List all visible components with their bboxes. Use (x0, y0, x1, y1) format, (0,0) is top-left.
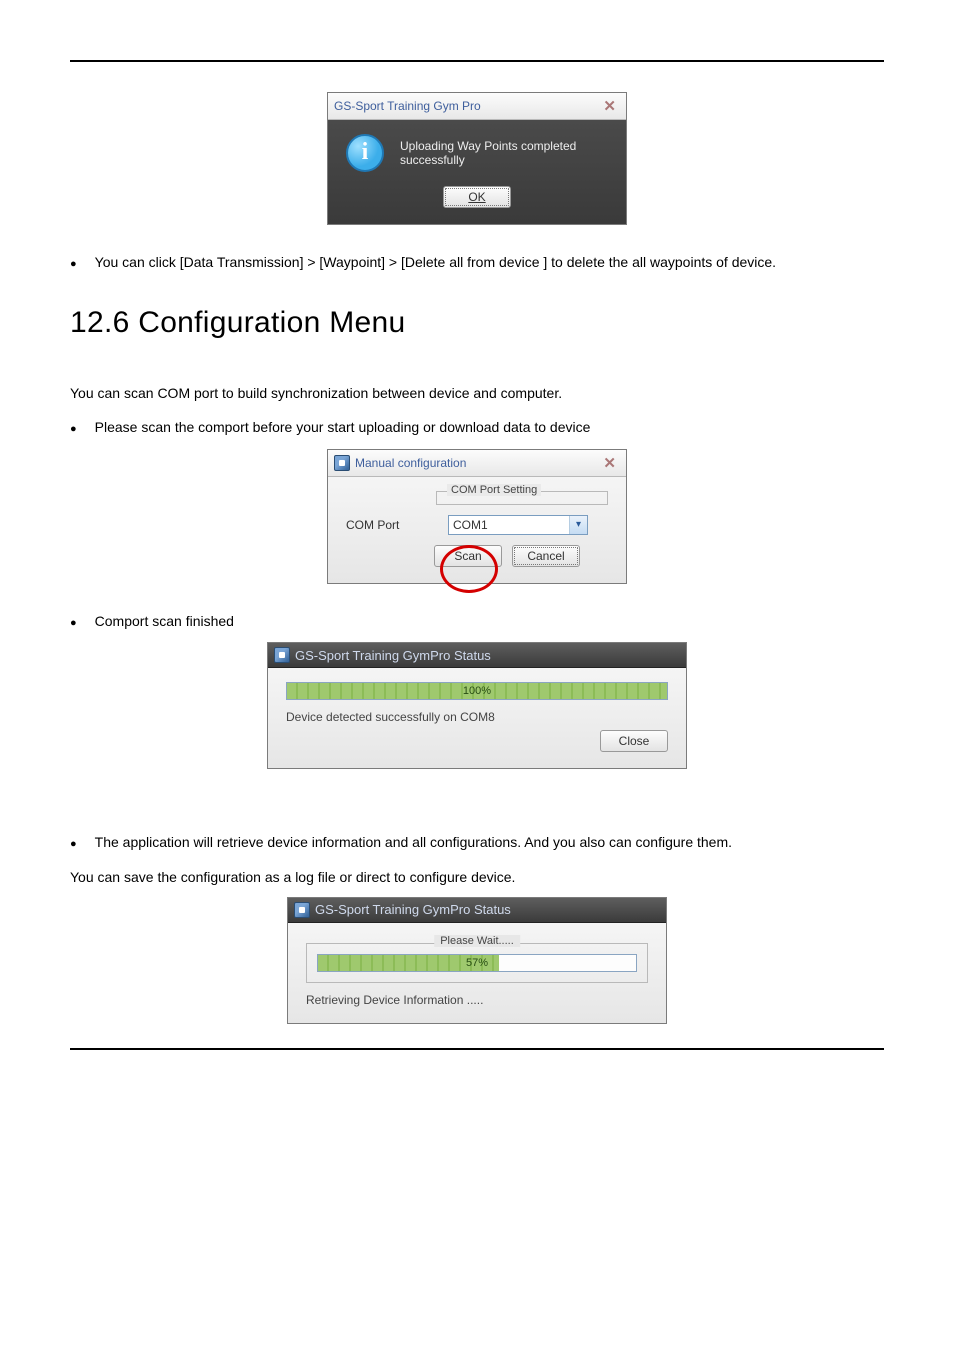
progress-percent: 57% (318, 955, 636, 971)
bullet-delete-waypoints: You can click [Data Transmission] > [Way… (95, 249, 776, 276)
comport-value: COM1 (449, 518, 569, 532)
info-icon (346, 134, 384, 172)
ok-button-label: OK (468, 190, 485, 204)
dialog-titlebar: Manual configuration ✕ (328, 450, 626, 477)
dialog-titlebar: GS-Sport Training GymPro Status (288, 898, 666, 923)
dialog-message: Uploading Way Points completed successfu… (400, 139, 608, 167)
status-message: Retrieving Device Information ..... (306, 993, 648, 1007)
close-button[interactable]: Close (600, 730, 668, 752)
save-paragraph: You can save the configuration as a log … (70, 864, 884, 891)
chevron-down-icon[interactable]: ▾ (569, 516, 587, 534)
dialog-titlebar: GS-Sport Training Gym Pro ✕ (328, 93, 626, 120)
comport-setting-label: COM Port Setting (447, 484, 541, 496)
dialog-title: Manual configuration (355, 456, 466, 470)
dialog-titlebar: GS-Sport Training GymPro Status (268, 643, 686, 668)
app-icon (334, 455, 350, 471)
bullet-retrieve-config: The application will retrieve device inf… (95, 829, 732, 856)
lead-paragraph: You can scan COM port to build synchroni… (70, 380, 884, 407)
progress-bar: 100% (286, 682, 668, 700)
cancel-button-label: Cancel (527, 549, 564, 563)
section-heading: 12.6 Configuration Menu (70, 306, 884, 340)
page-footer-rule (70, 1048, 884, 1050)
close-icon[interactable]: ✕ (599, 97, 620, 115)
ok-button[interactable]: OK (443, 186, 511, 208)
scan-button-label: Scan (454, 549, 481, 563)
bullet-please-scan: Please scan the comport before your star… (95, 414, 591, 441)
close-icon[interactable]: ✕ (599, 454, 620, 472)
status-dialog-57: GS-Sport Training GymPro Status Please W… (287, 897, 667, 1024)
comport-combobox[interactable]: COM1 ▾ (448, 515, 588, 535)
dialog-title: GS-Sport Training Gym Pro (334, 99, 481, 113)
manual-configuration-dialog: Manual configuration ✕ COM Port Setting … (327, 449, 627, 584)
status-dialog-100: GS-Sport Training GymPro Status 100% Dev… (267, 642, 687, 769)
cancel-button[interactable]: Cancel (512, 545, 580, 567)
close-button-label: Close (619, 734, 650, 748)
status-message: Device detected successfully on COM8 (286, 710, 668, 724)
please-wait-label: Please Wait..... (434, 935, 520, 947)
upload-success-dialog: GS-Sport Training Gym Pro ✕ Uploading Wa… (327, 92, 627, 225)
app-icon (294, 902, 310, 918)
bullet-scan-finished: Comport scan finished (95, 608, 234, 635)
dialog-title: GS-Sport Training GymPro Status (295, 648, 491, 663)
page-header-rule (70, 60, 884, 62)
progress-bar: 57% (317, 954, 637, 972)
progress-percent: 100% (287, 683, 667, 699)
app-icon (274, 647, 290, 663)
dialog-title: GS-Sport Training GymPro Status (315, 902, 511, 917)
comport-field-label: COM Port (346, 518, 432, 532)
scan-button[interactable]: Scan (434, 545, 502, 567)
